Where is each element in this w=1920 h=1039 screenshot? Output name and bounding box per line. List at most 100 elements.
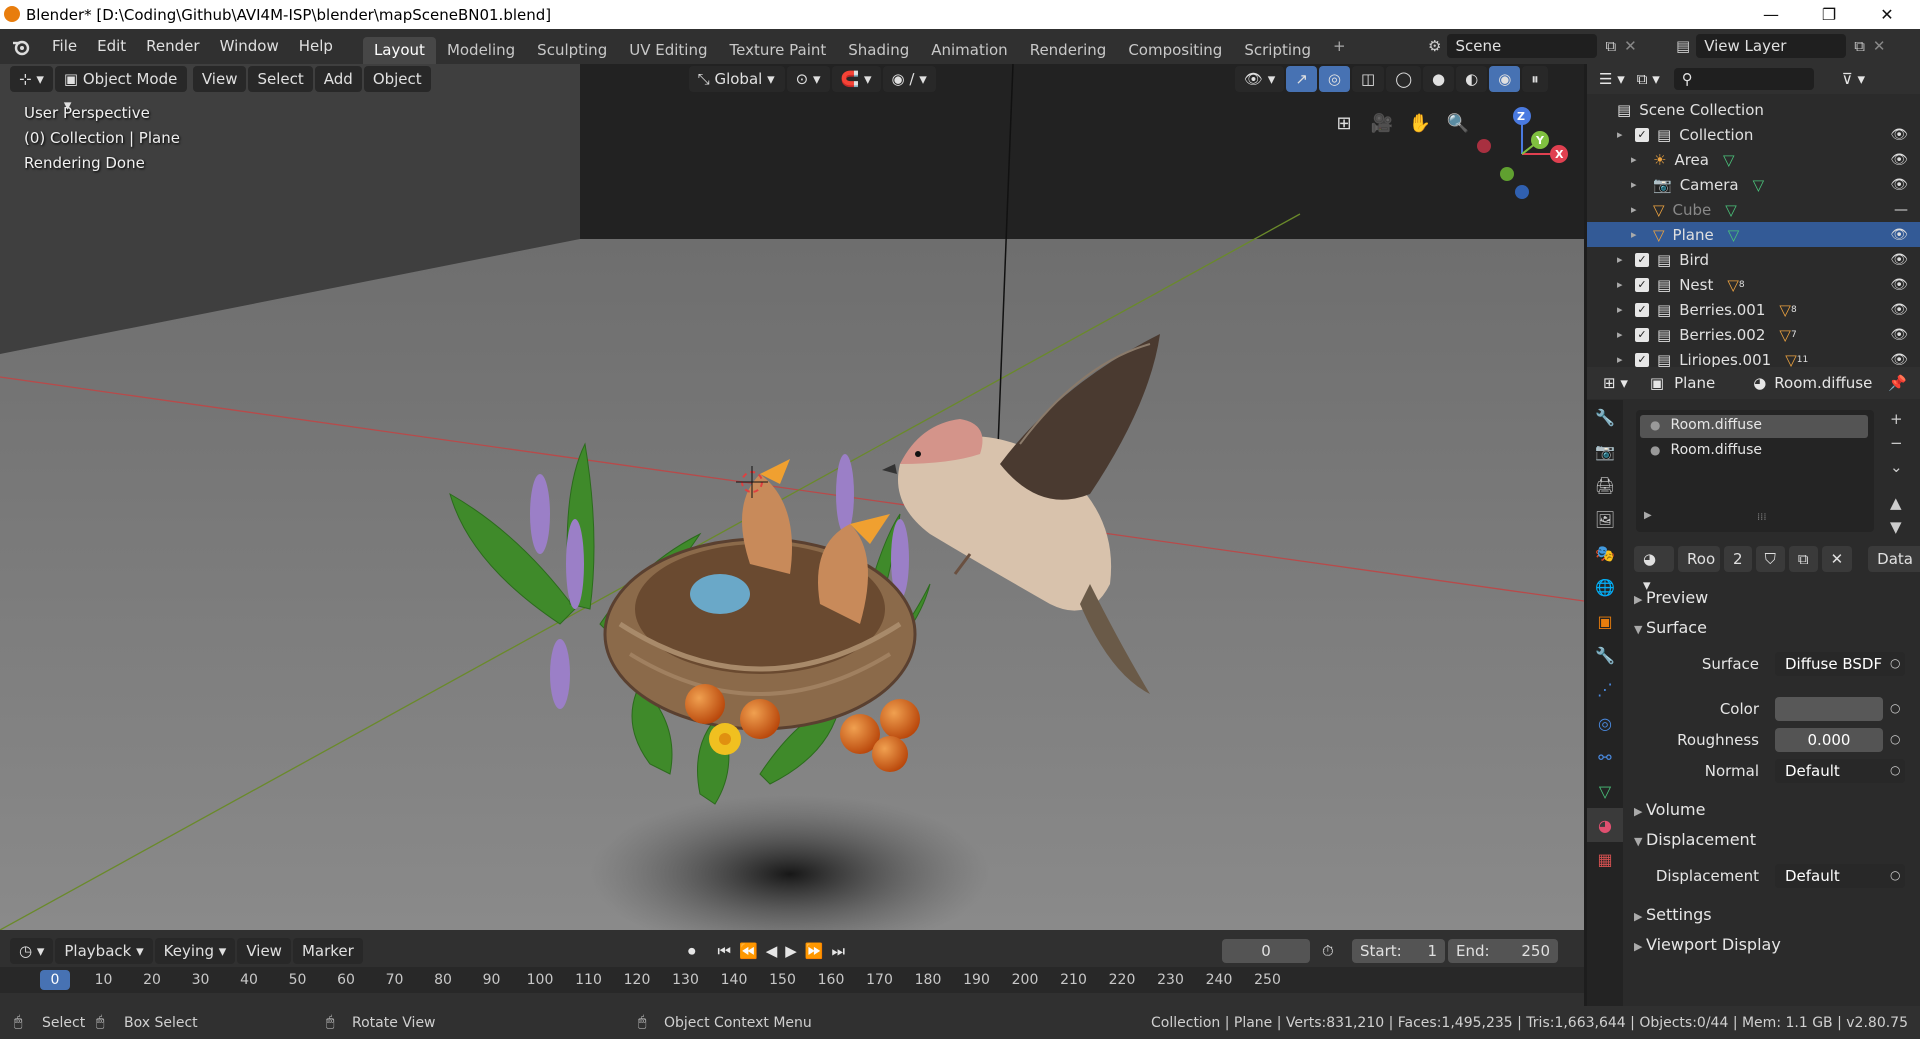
view-layer-selector[interactable]: View Layer [1696,34,1847,58]
viewport-menu-add[interactable]: Add [314,66,362,92]
normal-socket-icon[interactable]: ○ [1890,763,1900,777]
world-tab-icon[interactable]: 🌐 [1587,570,1623,604]
filter-icon[interactable]: ⊽ ▾ [1842,70,1865,88]
next-keyframe-icon[interactable]: ⏩ [805,942,824,960]
prev-keyframe-icon[interactable]: ⏪ [739,942,758,960]
gizmo-toggle[interactable]: ↗ [1286,66,1317,92]
modifier-tab-icon[interactable]: 🔧 [1587,638,1623,672]
tab-sculpting[interactable]: Sculpting [526,37,618,64]
material-tab-icon[interactable]: ◕ [1587,808,1623,842]
outliner-item-nest[interactable]: ▸ ✓ ▤ Nest ▽ 8 👁 [1587,272,1920,297]
visibility-eye-icon[interactable]: 👁 [1890,127,1908,143]
delete-view-layer-icon[interactable]: ✕ [1873,37,1886,55]
material-slot-item[interactable]: ● Room.diffuse [1650,442,1762,458]
normal-field[interactable]: Default [1775,759,1905,783]
section-settings[interactable]: ▶ Settings [1634,905,1712,924]
zoom-view-icon[interactable]: 🔍 [1444,109,1472,137]
timeline-menu-marker[interactable]: Marker [292,938,363,964]
viewport-scene[interactable] [0,64,1584,930]
expand-arrow-icon[interactable]: ▸ [1631,153,1645,166]
move-slot-down-icon[interactable]: ▼ [1890,518,1903,536]
outliner-item-bird[interactable]: ▸ ✓ ▤ Bird 👁 [1587,247,1920,272]
tab-shading[interactable]: Shading [837,37,920,64]
properties-editor-type[interactable]: ⊞ ▾ [1603,374,1628,392]
mode-selector[interactable]: ▣ Object Mode ▾ [54,66,187,114]
mesh-data-icon[interactable]: ▽ [1727,276,1739,294]
outliner-search-input[interactable]: ⚲ [1673,68,1814,90]
tab-uv-editing[interactable]: UV Editing [618,37,718,64]
displacement-socket-icon[interactable]: ○ [1890,868,1900,882]
exclude-checkbox[interactable]: ✓ [1635,327,1649,342]
slot-list-expand-icon[interactable]: ▶ [1644,510,1652,521]
visibility-eye-icon[interactable]: 👁 [1890,177,1908,193]
close-button[interactable]: ✕ [1858,0,1916,29]
outliner-item-camera[interactable]: ▸ 📷 Camera ▽ 👁 [1587,172,1920,197]
snap-button[interactable]: 🧲 ▾ [831,66,881,92]
data-tab-icon[interactable]: ▽ [1587,774,1623,808]
exclude-checkbox[interactable]: ✓ [1635,252,1649,267]
tool-tab-icon[interactable]: 🔧 [1587,400,1623,434]
mesh-data-icon[interactable]: ▽ [1723,151,1735,169]
outliner-item-area[interactable]: ▸ ☀ Area ▽ 👁 [1587,147,1920,172]
browse-material-icon[interactable]: ◕ ▾ [1634,546,1675,594]
scene-icon[interactable]: ⚙ [1428,37,1441,55]
shading-rendered[interactable]: ◉ [1489,66,1521,92]
play-reverse-icon[interactable]: ◀ [766,942,778,960]
expand-arrow-icon[interactable]: ▸ [1617,303,1631,316]
frame-rate-icon[interactable]: ⏱ [1322,942,1334,960]
section-displacement[interactable]: ▼ Displacement [1634,830,1756,849]
mesh-data-icon[interactable]: ▽ [1725,201,1737,219]
displacement-field[interactable]: Default [1775,864,1905,888]
outliner-item-berries-002[interactable]: ▸ ✓ ▤ Berries.002 ▽ 7 👁 [1587,322,1920,347]
color-swatch[interactable] [1775,697,1883,721]
unlink-material-icon[interactable]: ✕ [1821,546,1853,572]
menu-file[interactable]: File [42,29,87,64]
editor-type-button[interactable]: ⊹ ▾ [10,66,53,92]
visibility-button[interactable]: 👁 ▾ [1235,66,1285,92]
context-object[interactable]: Plane [1674,374,1715,392]
exclude-checkbox[interactable]: ✓ [1635,352,1649,367]
overlay-toggle[interactable]: ◎ [1318,66,1351,92]
expand-arrow-icon[interactable]: ▸ [1631,228,1645,241]
expand-arrow-icon[interactable]: ▸ [1617,128,1631,141]
jump-end-icon[interactable]: ⏭ [832,942,846,960]
timeline-ruler[interactable]: 0 10 20 30 40 50 60 70 80 90 100 110 120 130 140 150 160… [0,967,1584,993]
visibility-eye-icon[interactable]: 👁 [1890,152,1908,168]
camera-view-icon[interactable]: 🎥 [1368,109,1396,137]
expand-arrow-icon[interactable]: ▸ [1631,203,1645,216]
particles-tab-icon[interactable]: ⋰ [1587,672,1623,706]
blender-menu-icon[interactable] [0,37,42,57]
pan-view-icon[interactable]: ✋ [1406,109,1434,137]
toggle-perspective-icon[interactable]: ⊞ [1330,109,1358,137]
maximize-button[interactable]: ❐ [1800,0,1858,29]
outliner-item-berries-001[interactable]: ▸ ✓ ▤ Berries.001 ▽ 8 👁 [1587,297,1920,322]
pause-render-button[interactable]: ⏸ [1522,66,1548,92]
duplicate-material-icon[interactable]: ⧉ [1788,546,1818,572]
visibility-eye-icon[interactable]: 👁 [1890,277,1908,293]
material-users-count[interactable]: 2 [1724,546,1752,572]
expand-arrow-icon[interactable]: ▸ [1631,178,1645,191]
visibility-eye-icon[interactable]: 👁 [1890,352,1908,368]
add-workspace-button[interactable]: + [1322,33,1357,60]
mesh-data-icon[interactable]: ▽ [1785,351,1797,369]
tab-layout[interactable]: Layout [362,37,436,64]
tab-scripting[interactable]: Scripting [1233,37,1322,64]
visibility-eye-icon[interactable]: 👁 [1890,252,1908,268]
timeline-menu-view[interactable]: View [237,938,291,964]
view-layer-tab-icon[interactable]: 🖼 [1587,502,1623,536]
viewport-menu-view[interactable]: View [192,66,247,92]
visibility-eye-icon[interactable]: 👁 [1890,327,1908,343]
shading-wireframe[interactable]: ◯ [1386,66,1421,92]
play-icon[interactable]: ▶ [785,942,797,960]
minimize-button[interactable]: — [1742,0,1800,29]
expand-arrow-icon[interactable]: ▸ [1617,353,1631,366]
timeline-editor-type[interactable]: ◷ ▾ [10,938,54,964]
section-preview[interactable]: ▶ Preview [1634,588,1708,607]
outliner-editor-type[interactable]: ☰ ▾ [1599,70,1625,88]
exclude-checkbox[interactable]: ✓ [1635,127,1649,142]
section-volume[interactable]: ▶ Volume [1634,800,1705,819]
mesh-data-icon[interactable]: ▽ [1779,301,1791,319]
view-layer-icon[interactable]: ▤ [1676,37,1690,55]
timeline-menu-playback[interactable]: Playback ▾ [55,938,153,964]
end-frame-field[interactable]: End: 250 [1448,939,1558,963]
